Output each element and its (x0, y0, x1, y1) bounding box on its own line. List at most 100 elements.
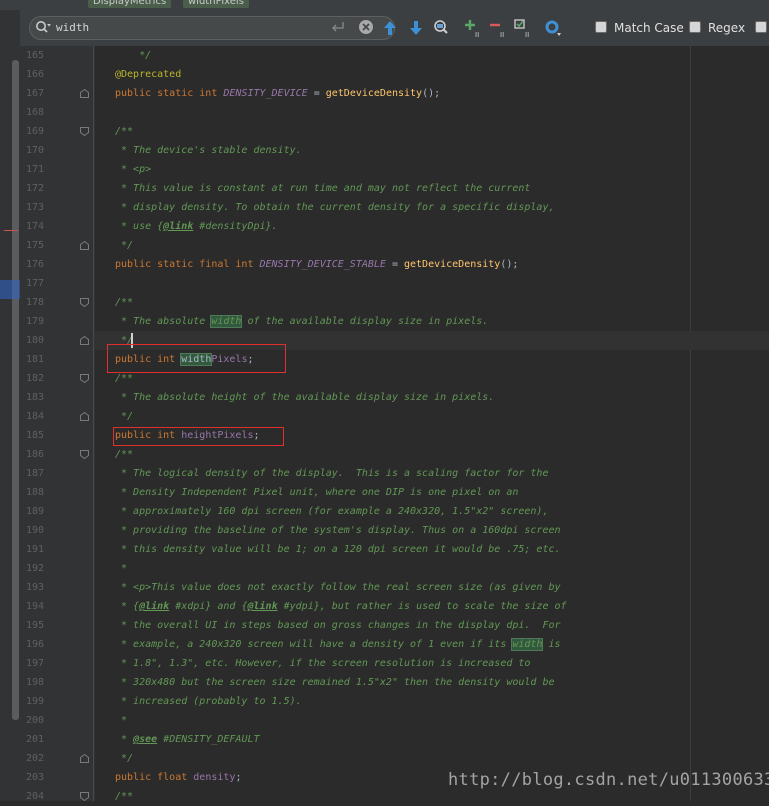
code-line[interactable]: /** (115, 787, 133, 806)
line-number: 197 (25, 658, 44, 669)
next-occurrence-icon[interactable] (406, 18, 426, 38)
code-line[interactable]: */ (115, 236, 133, 255)
code-token: /** (115, 126, 134, 137)
code-line[interactable]: * {@link #xdpi} and {@link #ydpi}, but r… (115, 597, 567, 616)
code-line[interactable]: * example, a 240x320 screen will have a … (115, 635, 561, 654)
code-line[interactable]: */ (115, 749, 133, 768)
fold-start-icon[interactable] (80, 298, 89, 307)
code-line[interactable]: * the overall UI in steps based on gross… (115, 616, 561, 635)
line-number: 184 (25, 411, 44, 422)
search-history-icon[interactable] (34, 19, 52, 35)
code-line[interactable]: /** (115, 122, 133, 141)
code-token: /** (115, 373, 134, 384)
code-line[interactable]: * (115, 711, 127, 730)
fold-start-icon[interactable] (80, 374, 89, 383)
fold-start-icon[interactable] (80, 127, 89, 136)
line-number: 198 (25, 677, 44, 688)
vertical-scrollbar[interactable] (12, 60, 19, 720)
code-token: @link (163, 221, 194, 232)
fold-start-icon[interactable] (80, 450, 89, 459)
code-line[interactable]: * Density Independent Pixel unit, where … (115, 483, 518, 502)
find-all-icon[interactable] (431, 18, 451, 38)
filter-settings-icon[interactable] (543, 18, 563, 38)
fold-start-icon[interactable] (80, 792, 89, 801)
line-number: 194 (25, 601, 44, 612)
line-number: 172 (25, 183, 44, 194)
select-all-occurrences-icon[interactable]: II (513, 18, 533, 38)
code-line[interactable]: * <p>This value does not exactly follow … (115, 578, 561, 597)
breadcrumb: DisplayMetrics widthPixels (0, 0, 769, 10)
code-line[interactable]: * providing the baseline of the system's… (115, 521, 561, 540)
code-token: * (115, 715, 128, 726)
line-number: 193 (25, 582, 44, 593)
fold-end-icon[interactable] (80, 754, 89, 763)
clear-search-icon[interactable] (358, 19, 374, 35)
fold-end-icon[interactable] (80, 241, 89, 250)
code-line[interactable]: * <p> (115, 160, 151, 179)
code-token: /** (115, 791, 134, 802)
code-token: is (542, 639, 561, 650)
line-number: 173 (25, 202, 44, 213)
code-line[interactable]: * @see #DENSITY_DEFAULT (115, 730, 260, 749)
code-line[interactable]: * The logical density of the display. Th… (115, 464, 548, 483)
remove-selection-icon[interactable]: II (488, 18, 508, 38)
code-token: density (193, 772, 236, 783)
code-line[interactable]: * 1.8", 1.3", etc. However, if the scree… (115, 654, 530, 673)
code-token: * 1.8", 1.3", etc. However, if the scree… (115, 658, 531, 669)
line-number: 182 (25, 373, 44, 384)
match-case-checkbox[interactable] (595, 21, 607, 33)
svg-text:II: II (475, 31, 479, 38)
code-line[interactable]: * this density value will be 1; on a 120… (115, 540, 561, 559)
code-line[interactable]: public static int DENSITY_DEVICE = getDe… (115, 84, 440, 103)
code-line[interactable]: public float density; (115, 768, 241, 787)
code-line[interactable]: * The device's stable density. (115, 141, 302, 160)
fold-end-icon[interactable] (80, 89, 89, 98)
line-number: 175 (25, 240, 44, 251)
code-line[interactable]: * increased (probably to 1.5). (115, 692, 302, 711)
code-token: * approximately 160 dpi screen (for exam… (115, 506, 549, 517)
code-line[interactable]: @Deprecated (115, 65, 181, 84)
svg-text:II: II (525, 31, 529, 38)
previous-occurrence-icon[interactable] (380, 18, 400, 38)
code-token: * increased (probably to 1.5). (115, 696, 302, 707)
code-token: /** (115, 449, 134, 460)
add-selection-icon[interactable]: II (463, 18, 483, 38)
code-line[interactable]: /** (115, 445, 133, 464)
search-input[interactable] (56, 19, 326, 35)
line-number: 204 (25, 791, 44, 802)
regex-checkbox[interactable] (689, 21, 701, 33)
code-line[interactable]: */ (115, 407, 133, 426)
code-token: public float (115, 772, 194, 783)
search-box (29, 16, 395, 40)
code-token: * The absolute (115, 316, 212, 327)
fold-end-icon[interactable] (80, 336, 89, 345)
code-line[interactable]: public static final int DENSITY_DEVICE_S… (115, 255, 518, 274)
code-token: public static final int (115, 259, 260, 270)
code-line[interactable]: * The absolute width of the available di… (115, 312, 488, 331)
code-line[interactable]: * 320x480 but the screen size remained 1… (115, 673, 554, 692)
code-token: #DENSITY_DEFAULT (157, 734, 260, 745)
breadcrumb-class[interactable]: DisplayMetrics (88, 0, 172, 8)
line-number: 196 (25, 639, 44, 650)
regex-label[interactable]: Regex (708, 21, 745, 35)
line-number: 183 (25, 392, 44, 403)
error-stripe-mark[interactable] (4, 230, 18, 231)
words-checkbox[interactable] (755, 21, 767, 33)
code-line[interactable]: */ (115, 46, 151, 65)
fold-end-icon[interactable] (80, 412, 89, 421)
code-line[interactable]: * (115, 559, 127, 578)
code-line[interactable]: * The absolute height of the available d… (115, 388, 494, 407)
breadcrumb-field[interactable]: widthPixels (183, 0, 249, 8)
code-line[interactable]: * use {@link #densityDpi}. (115, 217, 278, 236)
code-line[interactable]: * display density. To obtain the current… (115, 198, 554, 217)
code-line[interactable]: * This value is constant at run time and… (115, 179, 530, 198)
line-number: 168 (25, 107, 44, 118)
new-line-icon[interactable] (330, 20, 346, 34)
code-token: */ (115, 50, 152, 61)
code-token: public static int (115, 88, 224, 99)
line-number: 171 (25, 164, 44, 175)
code-line[interactable]: * approximately 160 dpi screen (for exam… (115, 502, 548, 521)
match-case-label[interactable]: Match Case (614, 21, 684, 35)
code-token: @link (247, 601, 278, 612)
code-line[interactable]: /** (115, 293, 133, 312)
